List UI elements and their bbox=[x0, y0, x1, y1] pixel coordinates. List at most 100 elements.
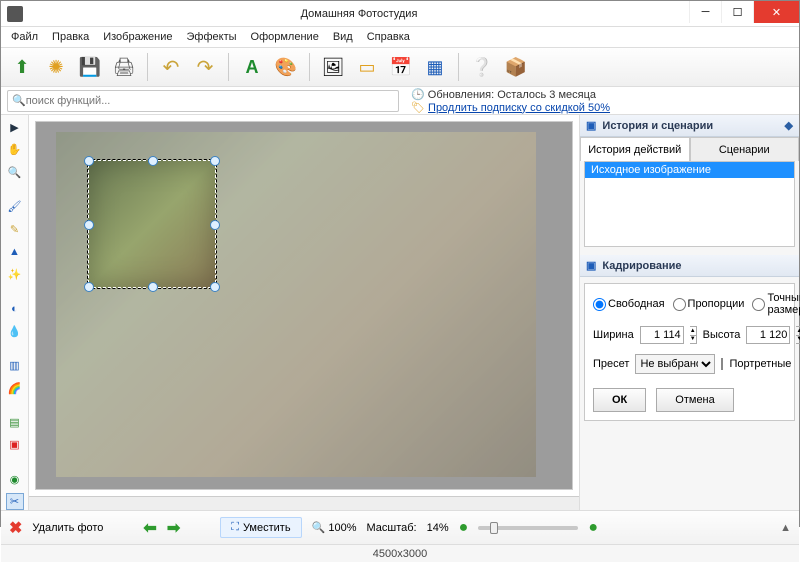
cancel-button[interactable]: Отмена bbox=[656, 388, 733, 412]
crop-handle-n[interactable] bbox=[148, 156, 158, 166]
close-button[interactable]: ✕ bbox=[753, 1, 799, 23]
clone-tool[interactable]: ▣ bbox=[6, 437, 24, 454]
text-button[interactable]: A bbox=[237, 52, 267, 82]
expand-button[interactable]: ▲ bbox=[780, 522, 791, 534]
collapse-button[interactable]: ◆ bbox=[785, 119, 793, 132]
zoom-slider[interactable] bbox=[478, 526, 578, 530]
history-icon: ▣ bbox=[586, 119, 596, 132]
delete-icon: ✖ bbox=[9, 518, 22, 538]
rainbow-icon: 🌈 bbox=[8, 382, 22, 395]
tag-icon: 🏷 bbox=[411, 101, 425, 114]
pointer-tool[interactable]: ▶ bbox=[6, 119, 24, 136]
prev-button[interactable]: ⬅ bbox=[143, 518, 156, 538]
image-button[interactable]: 🖼 bbox=[318, 52, 348, 82]
crop-handle-nw[interactable] bbox=[84, 156, 94, 166]
menu-image[interactable]: Изображение bbox=[97, 29, 178, 45]
levels-tool[interactable]: ▥ bbox=[6, 357, 24, 374]
calendar-icon: 📅 bbox=[390, 57, 412, 78]
zoom-in-button[interactable]: ● bbox=[588, 519, 598, 537]
crop-handle-s[interactable] bbox=[148, 282, 158, 292]
menu-design[interactable]: Оформление bbox=[245, 29, 325, 45]
folder-up-icon: ⬆ bbox=[14, 57, 29, 78]
fill-tool[interactable]: ▲ bbox=[6, 244, 24, 261]
brush-tool[interactable]: 🖌 bbox=[6, 198, 24, 215]
menu-help[interactable]: Справка bbox=[361, 29, 416, 45]
redo-icon: ↷ bbox=[197, 55, 214, 80]
home-button[interactable]: 📦 bbox=[501, 52, 531, 82]
subscription-remaining: Обновления: Осталось 3 месяца bbox=[428, 89, 596, 101]
save-button[interactable]: 💾 bbox=[75, 52, 105, 82]
minimize-button[interactable]: ─ bbox=[689, 1, 721, 23]
print-button[interactable]: 🖨 bbox=[109, 52, 139, 82]
delete-photo-button[interactable]: Удалить фото bbox=[32, 522, 103, 534]
hand-icon: ✋ bbox=[8, 143, 22, 156]
crop-handle-sw[interactable] bbox=[84, 282, 94, 292]
tab-history[interactable]: История действий bbox=[580, 137, 690, 161]
hand-tool[interactable]: ✋ bbox=[6, 142, 24, 159]
renew-link[interactable]: Продлить подписку со скидкой 50% bbox=[428, 102, 610, 114]
undo-button[interactable]: ↶ bbox=[156, 52, 186, 82]
palette-button[interactable]: 🎨 bbox=[271, 52, 301, 82]
wand-icon: ✨ bbox=[8, 268, 22, 281]
crop-handle-ne[interactable] bbox=[210, 156, 220, 166]
crop-mode-exact[interactable]: Точный размер bbox=[752, 292, 800, 316]
width-spinner[interactable]: ▲▼ bbox=[690, 326, 697, 344]
search-row: 🔍 🕒 Обновления: Осталось 3 месяца 🏷 Прод… bbox=[1, 87, 799, 115]
layers-tool[interactable]: ▤ bbox=[6, 414, 24, 431]
color-tool[interactable]: 🌈 bbox=[6, 380, 24, 397]
wizard-button[interactable]: ✺ bbox=[41, 52, 71, 82]
app-icon bbox=[7, 6, 23, 22]
collage-button[interactable]: ▦ bbox=[420, 52, 450, 82]
zoom-out-button[interactable]: ● bbox=[459, 519, 469, 537]
crop-mode-prop[interactable]: Пропорции bbox=[673, 298, 745, 311]
crop-mode-free[interactable]: Свободная bbox=[593, 298, 665, 311]
maximize-button[interactable]: ☐ bbox=[721, 1, 753, 23]
bars-icon: ▥ bbox=[9, 359, 19, 372]
next-button[interactable]: ➡ bbox=[167, 518, 180, 538]
brush-icon: 🖌 bbox=[8, 200, 22, 213]
contrast-tool[interactable]: ◐ bbox=[6, 300, 24, 317]
frame-button[interactable]: ▭ bbox=[352, 52, 382, 82]
history-item[interactable]: Исходное изображение bbox=[585, 162, 794, 178]
menu-view[interactable]: Вид bbox=[327, 29, 359, 45]
portrait-checkbox[interactable] bbox=[721, 358, 723, 370]
menu-edit[interactable]: Правка bbox=[46, 29, 95, 45]
search-input[interactable] bbox=[26, 92, 394, 110]
crop-icon: ✂ bbox=[10, 495, 19, 508]
height-spinner[interactable]: ▲▼ bbox=[796, 326, 800, 344]
triangle-icon: ▲ bbox=[9, 246, 20, 258]
history-list[interactable]: Исходное изображение bbox=[584, 161, 795, 247]
open-button[interactable]: ⬆ bbox=[7, 52, 37, 82]
crop-handle-e[interactable] bbox=[210, 220, 220, 230]
lasso-tool[interactable]: ◉ bbox=[6, 471, 24, 488]
redo-button[interactable]: ↷ bbox=[190, 52, 220, 82]
zoom-tool[interactable]: 🔍 bbox=[6, 164, 24, 181]
zoom-100-button[interactable]: 🔍 100% bbox=[312, 521, 357, 534]
calendar-button[interactable]: 📅 bbox=[386, 52, 416, 82]
zoom-knob[interactable] bbox=[490, 522, 498, 534]
crop-handle-w[interactable] bbox=[84, 220, 94, 230]
height-input[interactable] bbox=[746, 326, 790, 344]
menu-file[interactable]: Файл bbox=[5, 29, 44, 45]
box-icon: 📦 bbox=[505, 57, 527, 78]
canvas[interactable] bbox=[35, 121, 573, 490]
tab-scenarios[interactable]: Сценарии bbox=[690, 137, 800, 161]
menu-effects[interactable]: Эффекты bbox=[181, 29, 243, 45]
search-box[interactable]: 🔍 bbox=[7, 90, 399, 112]
width-input[interactable] bbox=[640, 326, 684, 344]
crop-tool[interactable]: ✂ bbox=[6, 493, 24, 510]
crop-rectangle[interactable] bbox=[88, 160, 216, 288]
ok-button[interactable]: ОК bbox=[593, 388, 646, 412]
fit-button[interactable]: ⛶ Уместить bbox=[220, 517, 301, 538]
drop-tool[interactable]: 💧 bbox=[6, 323, 24, 340]
crop-panel-title: Кадрирование bbox=[602, 260, 681, 272]
right-panel: ▣ История и сценарии ◆ История действий … bbox=[579, 115, 799, 510]
picture-icon: 🖼 bbox=[322, 57, 345, 78]
help-button[interactable]: ❔ bbox=[467, 52, 497, 82]
preset-select[interactable]: Не выбрано bbox=[635, 354, 715, 374]
wand-tool[interactable]: ✨ bbox=[6, 266, 24, 283]
menu-bar: Файл Правка Изображение Эффекты Оформлен… bbox=[1, 27, 799, 47]
horizontal-scrollbar[interactable] bbox=[29, 496, 579, 510]
crop-handle-se[interactable] bbox=[210, 282, 220, 292]
pencil-tool[interactable]: ✎ bbox=[6, 221, 24, 238]
